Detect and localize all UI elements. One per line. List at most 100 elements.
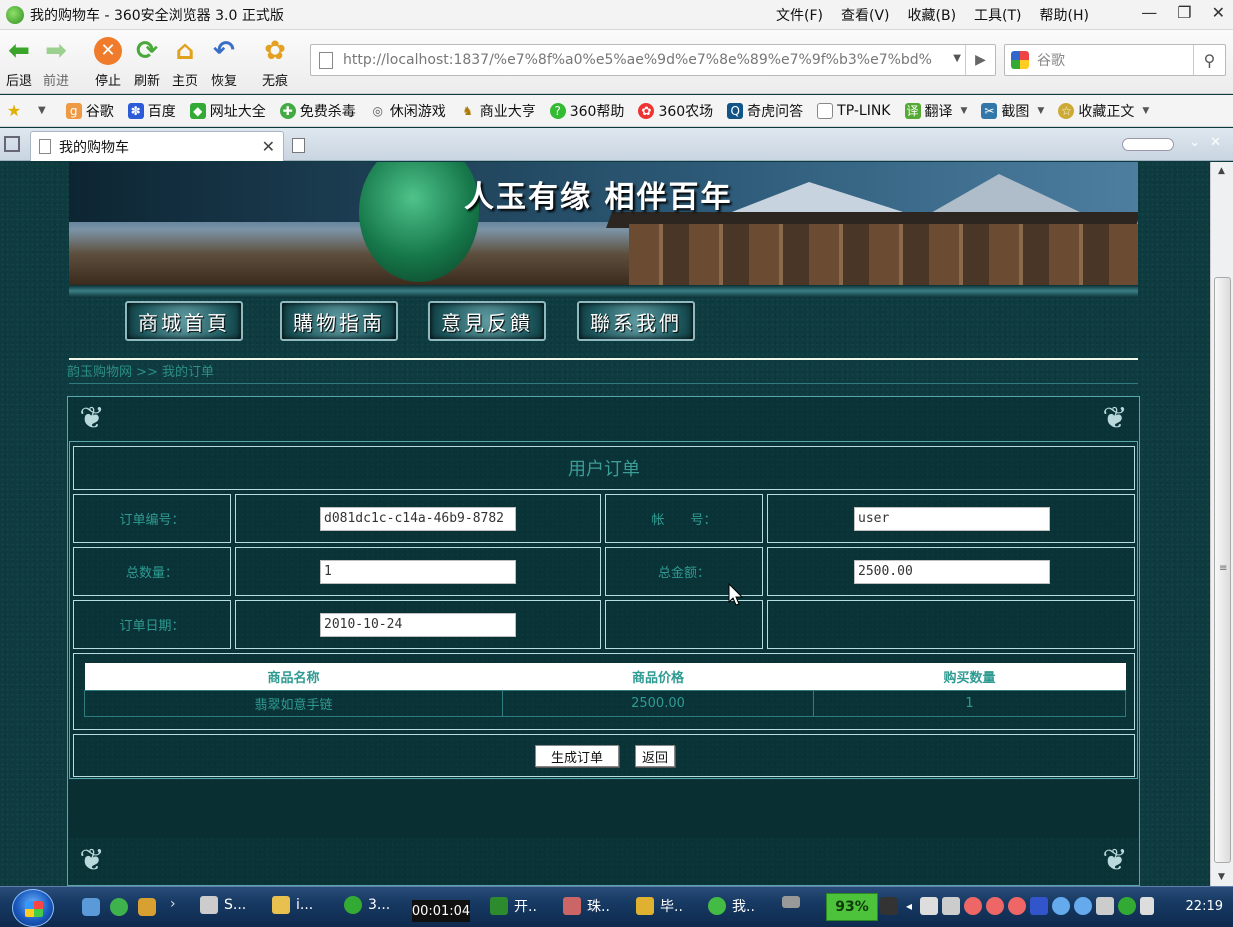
bookmark-antivirus[interactable]: ✚ 免费杀毒 xyxy=(279,101,356,121)
bookmark-screenshot[interactable]: ✂ 截图 ▼ xyxy=(981,101,1044,121)
bookmark-save-text[interactable]: ☆ 收藏正文 ▼ xyxy=(1058,101,1149,121)
folder-icon xyxy=(272,896,290,914)
address-bar[interactable]: http://localhost:1837/%e7%8f%a0%e5%ae%9d… xyxy=(310,44,996,76)
quicklaunch-360-icon[interactable] xyxy=(110,898,128,916)
star-icon: ★ xyxy=(6,101,22,120)
order-no-cell: d081dc1c-c14a-46b9-8782 xyxy=(235,494,601,543)
total-qty-field[interactable]: 1 xyxy=(320,560,516,584)
divider xyxy=(69,383,1138,384)
close-icon[interactable]: ✕ xyxy=(1210,135,1221,150)
restore-tab-button[interactable]: ↶ 恢复 xyxy=(207,36,241,89)
order-date-field[interactable]: 2010-10-24 xyxy=(320,613,516,637)
generate-order-button[interactable]: 生成订单 xyxy=(535,745,619,767)
qq-icon[interactable] xyxy=(1008,897,1027,915)
order-items-table: 商品名称 商品价格 购买数量 翡翠如意手链 2500.00 1 xyxy=(84,663,1126,717)
tray-app-icon[interactable] xyxy=(880,897,898,915)
tycoon-icon: ♞ xyxy=(462,103,474,118)
bookmark-baidu[interactable]: ✽ 百度 xyxy=(127,101,176,121)
chevron-down-icon[interactable]: ⌄ xyxy=(1189,135,1200,150)
menu-tools[interactable]: 工具(T) xyxy=(974,5,1021,25)
page-scrollbar[interactable]: ▲ ≡ ▼ xyxy=(1210,162,1233,886)
stop-button[interactable]: ✕ 停止 xyxy=(91,36,125,89)
tab-shopping-cart[interactable]: 我的购物车 ✕ xyxy=(30,131,284,161)
tray-network-icon[interactable] xyxy=(920,897,939,915)
qq-icon[interactable] xyxy=(964,897,983,915)
taskbar-item-3[interactable]: 3... xyxy=(344,896,390,914)
quicklaunch-more-icon[interactable]: › xyxy=(170,896,176,912)
nav-feedback[interactable]: 意見反饋 xyxy=(428,301,546,341)
taskbar-item-1[interactable]: S... xyxy=(200,896,246,914)
quicklaunch-ie-icon[interactable] xyxy=(82,898,100,916)
start-button[interactable] xyxy=(12,889,54,927)
bookmark-business[interactable]: ♞ 商业大亨 xyxy=(460,101,535,121)
volume-icon[interactable] xyxy=(1140,897,1155,915)
tab-search-pill[interactable] xyxy=(1122,138,1174,151)
taskbar-item-5[interactable]: 珠.. xyxy=(563,896,610,916)
sidebar-toggle-icon[interactable] xyxy=(4,136,20,152)
windows-logo-icon xyxy=(25,901,43,917)
nav-shopping-guide[interactable]: 購物指南 xyxy=(280,301,398,341)
search-input[interactable]: 谷歌 xyxy=(1037,50,1065,70)
bookmark-360farm[interactable]: ✿ 360农场 xyxy=(638,101,713,121)
tray-360-icon[interactable] xyxy=(1118,897,1137,915)
scroll-up-icon[interactable]: ▲ xyxy=(1218,166,1225,176)
tray-app-icon[interactable] xyxy=(942,897,961,915)
tray-expand-icon[interactable]: ◂ xyxy=(906,899,912,913)
search-box[interactable]: 谷歌 ⚲ xyxy=(1004,44,1226,76)
search-icon[interactable]: ⚲ xyxy=(1193,45,1225,75)
product-price-cell: 2500.00 xyxy=(502,689,814,717)
tray-app-icon[interactable] xyxy=(1096,897,1115,915)
banner-divider xyxy=(69,285,1138,298)
new-tab-icon[interactable] xyxy=(292,138,305,153)
bookmark-tplink[interactable]: TP-LINK xyxy=(817,102,891,119)
bookmark-hao123[interactable]: ◆ 网址大全 xyxy=(189,101,266,121)
taskbar-item-7[interactable]: 我.. xyxy=(708,896,755,916)
nav-home[interactable]: 商城首頁 xyxy=(125,301,243,341)
bookmark-google[interactable]: g 谷歌 xyxy=(65,101,114,121)
menu-favorites[interactable]: 收藏(B) xyxy=(908,5,957,25)
forward-button[interactable]: ➡ 前进 xyxy=(39,36,73,89)
close-tab-icon[interactable]: ✕ xyxy=(262,137,275,156)
address-input[interactable]: http://localhost:1837/%e7%8f%a0%e5%ae%9d… xyxy=(343,52,943,68)
minimize-button[interactable]: — xyxy=(1141,3,1157,22)
scrollbar-thumb[interactable]: ≡ xyxy=(1214,277,1231,863)
go-button[interactable]: ▶ xyxy=(965,45,995,75)
bookmark-translate[interactable]: 译翻译 ▼ xyxy=(904,101,967,121)
menu-view[interactable]: 查看(V) xyxy=(841,5,890,25)
favorites-star-button[interactable]: ★ ▼ xyxy=(6,101,46,120)
bookmark-360help[interactable]: ? 360帮助 xyxy=(549,101,624,121)
restore-button[interactable]: ❐ xyxy=(1177,3,1191,22)
keyboard-icon[interactable] xyxy=(782,896,806,908)
tray-globe-icon[interactable] xyxy=(1074,897,1093,915)
total-amount-field[interactable]: 2500.00 xyxy=(854,560,1050,584)
total-qty-cell: 1 xyxy=(235,547,601,596)
tray-app-icon[interactable] xyxy=(1030,897,1049,915)
order-no-field[interactable]: d081dc1c-c14a-46b9-8782 xyxy=(320,507,516,531)
bookmark-label: 收藏正文 xyxy=(1078,103,1135,120)
taskbar-item-4[interactable]: 开.. xyxy=(490,896,537,916)
incognito-button[interactable]: ✿ 无痕 xyxy=(258,36,292,89)
bookmark-games[interactable]: ◎ 休闲游戏 xyxy=(370,101,445,121)
home-button[interactable]: ⌂ 主页 xyxy=(168,36,202,89)
back-button[interactable]: ⬅ 后退 xyxy=(2,36,36,89)
back-button[interactable]: 返回 xyxy=(635,745,675,767)
taskbar-item-6[interactable]: 毕.. xyxy=(636,896,683,916)
close-button[interactable]: ✕ xyxy=(1212,3,1225,22)
back-arrow-icon: ⬅ xyxy=(8,36,30,66)
account-field[interactable]: user xyxy=(854,507,1050,531)
scroll-down-icon[interactable]: ▼ xyxy=(1218,872,1225,882)
menu-file[interactable]: 文件(F) xyxy=(776,5,823,25)
col-product-price: 商品价格 xyxy=(502,663,814,690)
qq-icon[interactable] xyxy=(986,897,1005,915)
taskbar-item-2[interactable]: i... xyxy=(272,896,313,914)
address-dropdown-icon[interactable]: ▼ xyxy=(953,53,961,64)
document-icon xyxy=(636,897,654,915)
shield-icon xyxy=(344,896,362,914)
quicklaunch-desktop-icon[interactable] xyxy=(138,898,156,916)
tray-globe-icon[interactable] xyxy=(1052,897,1071,915)
bookmark-qa[interactable]: Q 奇虎问答 xyxy=(727,101,803,121)
refresh-button[interactable]: ⟳ 刷新 xyxy=(130,36,164,89)
menu-help[interactable]: 帮助(H) xyxy=(1040,5,1089,25)
bookmarks-bar: ★ ▼ g 谷歌 ✽ 百度 ◆ 网址大全 ✚ 免费杀毒 ◎ 休闲游戏 ♞ 商业大亨 ? 360… xyxy=(0,95,1233,127)
nav-contact[interactable]: 聯系我們 xyxy=(577,301,695,341)
